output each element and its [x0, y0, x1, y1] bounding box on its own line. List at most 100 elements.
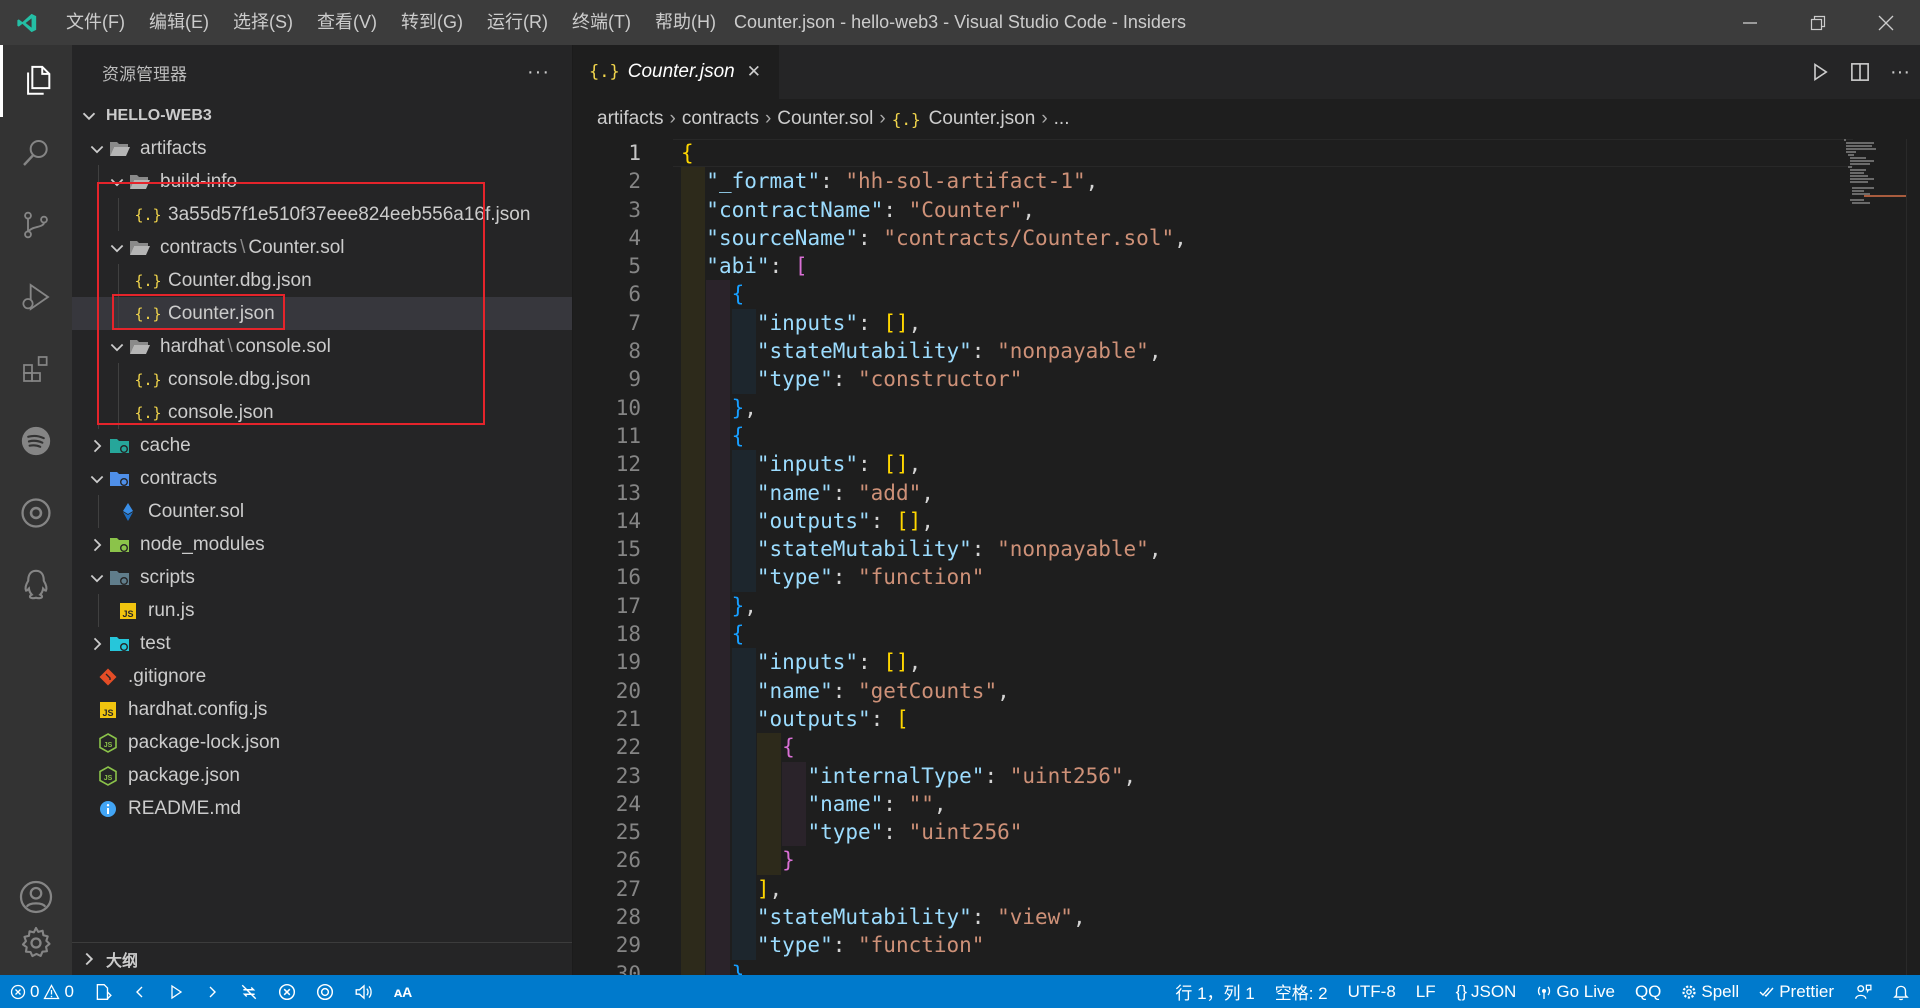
- breadcrumb-contracts[interactable]: contracts: [682, 108, 759, 130]
- encoding[interactable]: UTF-8: [1338, 975, 1406, 1008]
- tree-file-item[interactable]: {.} console.dbg.json: [72, 363, 572, 396]
- tab-close-button[interactable]: ✕: [747, 62, 761, 82]
- explorer-button[interactable]: [0, 45, 72, 117]
- font-size-button[interactable]: ᴀA: [384, 975, 422, 1008]
- menu-help[interactable]: 帮助(H): [643, 0, 728, 45]
- tree-file-item[interactable]: JS package.json: [72, 759, 572, 792]
- shuffle-off-button[interactable]: [268, 975, 306, 1008]
- end-of-line[interactable]: LF: [1406, 975, 1446, 1008]
- go-live-button[interactable]: Go Live: [1526, 975, 1625, 1008]
- tree-folder-item[interactable]: scripts: [72, 561, 572, 594]
- search-button[interactable]: [0, 117, 72, 189]
- tree-file-item[interactable]: {.} 3a55d57f1e510f37eee824eeb556a16f.json: [72, 198, 572, 231]
- menu-edit[interactable]: 编辑(E): [137, 0, 221, 45]
- tree-folder-item[interactable]: contracts: [72, 462, 572, 495]
- menu-go[interactable]: 转到(G): [389, 0, 475, 45]
- tree-folder-item[interactable]: hardhat \ console.sol: [72, 330, 572, 363]
- outline-section-header[interactable]: 大纲: [72, 942, 572, 975]
- chevron-down-icon[interactable]: [107, 238, 127, 258]
- tree-file-item[interactable]: JS hardhat.config.js: [72, 693, 572, 726]
- indentation[interactable]: 空格: 2: [1265, 975, 1338, 1008]
- menu-selection[interactable]: 选择(S): [221, 0, 305, 45]
- problems-status[interactable]: 0 0: [0, 975, 84, 1008]
- remote-explorer-button[interactable]: [84, 975, 122, 1008]
- warning-count: 0: [64, 981, 74, 1001]
- vertical-scrollbar[interactable]: [1906, 139, 1920, 975]
- tree-item-label: scripts: [140, 566, 195, 588]
- tree-file-item[interactable]: JS run.js: [72, 594, 572, 627]
- next-button[interactable]: [194, 975, 230, 1008]
- chevron-down-icon[interactable]: [87, 568, 107, 588]
- chevron-right-icon[interactable]: [87, 634, 107, 654]
- minimap[interactable]: [1806, 139, 1906, 219]
- tree-file-item[interactable]: Counter.sol: [72, 495, 572, 528]
- play-button[interactable]: [158, 975, 194, 1008]
- tab-counter-json[interactable]: {.} Counter.json ✕: [573, 45, 780, 99]
- qq-button[interactable]: [0, 549, 72, 621]
- indent-guide: [118, 264, 119, 297]
- tree-file-item[interactable]: {.} Counter.dbg.json: [72, 264, 572, 297]
- broadcast-button[interactable]: [306, 975, 344, 1008]
- breadcrumb-artifacts[interactable]: artifacts: [597, 108, 664, 130]
- tree-file-item[interactable]: JS package-lock.json: [72, 726, 572, 759]
- restore-button[interactable]: [1784, 0, 1852, 45]
- repeat-button[interactable]: [230, 975, 268, 1008]
- cursor-position[interactable]: 行 1，列 1: [1165, 975, 1264, 1008]
- extensions-button[interactable]: [0, 333, 72, 405]
- chevron-right-icon[interactable]: [87, 535, 107, 555]
- chevron-down-icon[interactable]: [107, 172, 127, 192]
- run-file-button[interactable]: [1800, 45, 1840, 99]
- menu-view[interactable]: 查看(V): [305, 0, 389, 45]
- code-editor[interactable]: 1{2 "_format": "hh-sol-artifact-1", 3 "co…: [573, 139, 1920, 975]
- tree-folder-item[interactable]: node_modules: [72, 528, 572, 561]
- run-debug-button[interactable]: [0, 261, 72, 333]
- tree-folder-item[interactable]: build-info: [72, 165, 572, 198]
- spell-check-button[interactable]: Spell: [1671, 975, 1749, 1008]
- editor-more-button[interactable]: ···: [1880, 45, 1920, 99]
- split-editor-button[interactable]: [1840, 45, 1880, 99]
- line-number: 8: [628, 339, 641, 364]
- qq-status[interactable]: QQ: [1625, 975, 1671, 1008]
- node-package-icon: JS: [96, 759, 120, 792]
- breadcrumb-more[interactable]: ...: [1054, 108, 1070, 130]
- breadcrumb-counter-sol[interactable]: Counter.sol: [777, 108, 873, 130]
- chevron-down-icon[interactable]: [87, 139, 107, 159]
- chevron-down-icon[interactable]: [107, 337, 127, 357]
- language-mode[interactable]: {} JSON: [1446, 975, 1527, 1008]
- close-window-button[interactable]: [1852, 0, 1920, 45]
- previous-button[interactable]: [122, 975, 158, 1008]
- tree-folder-item[interactable]: cache: [72, 429, 572, 462]
- feedback-button[interactable]: [1844, 975, 1882, 1008]
- minimize-button[interactable]: [1716, 0, 1784, 45]
- spotify-button[interactable]: [0, 405, 72, 477]
- code-token: [: [895, 706, 909, 731]
- target-button[interactable]: [0, 477, 72, 549]
- breadcrumb-counter-json[interactable]: Counter.json: [929, 108, 1036, 130]
- tree-item-label[interactable]: console.sol: [236, 336, 331, 358]
- menu-run[interactable]: 运行(R): [475, 0, 560, 45]
- folder-open-icon: [128, 330, 152, 363]
- tree-file-item[interactable]: README.md: [72, 792, 572, 825]
- tree-folder-item[interactable]: artifacts: [72, 132, 572, 165]
- tree-file-item[interactable]: .gitignore: [72, 660, 572, 693]
- tree-folder-item[interactable]: contracts \ Counter.sol: [72, 231, 572, 264]
- settings-button[interactable]: [0, 907, 72, 979]
- more-actions-button[interactable]: ···: [527, 61, 550, 84]
- tree-item-label[interactable]: Counter.sol: [248, 237, 344, 259]
- prettier-button[interactable]: Prettier: [1749, 975, 1844, 1008]
- code-token: :: [858, 310, 884, 335]
- chevron-right-icon[interactable]: [87, 436, 107, 456]
- chevron-down-icon[interactable]: [87, 469, 107, 489]
- tree-file-item[interactable]: {.} Counter.json: [72, 297, 572, 330]
- tree-file-item[interactable]: {.} console.json: [72, 396, 572, 429]
- json-file-icon: {.}: [134, 304, 162, 323]
- menu-terminal[interactable]: 终端(T): [560, 0, 643, 45]
- tree-folder-item[interactable]: test: [72, 627, 572, 660]
- workspace-section-header[interactable]: HELLO-WEB3: [72, 99, 572, 132]
- notifications-button[interactable]: [1882, 975, 1920, 1008]
- source-control-button[interactable]: [0, 189, 72, 261]
- menu-file[interactable]: 文件(F): [54, 0, 137, 45]
- volume-button[interactable]: [344, 975, 384, 1008]
